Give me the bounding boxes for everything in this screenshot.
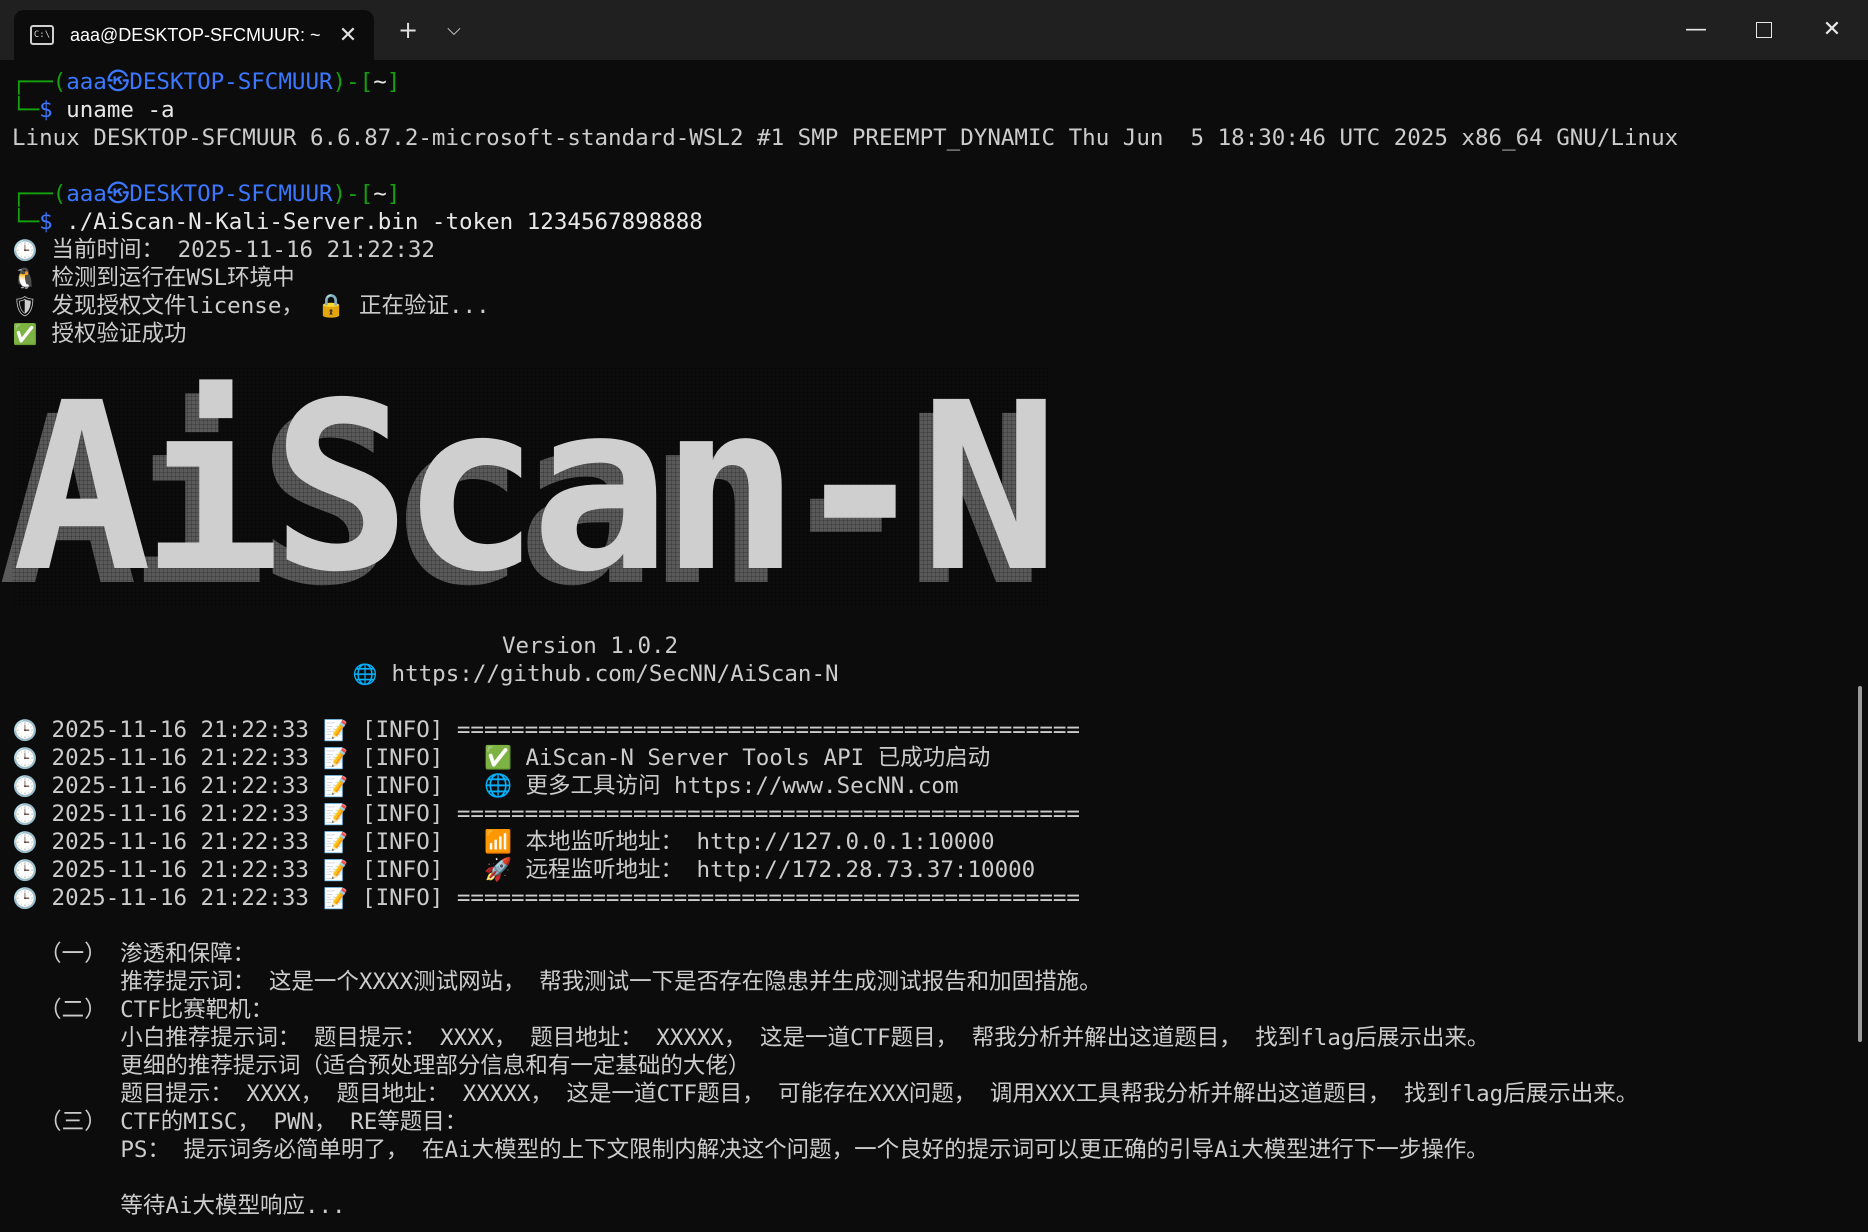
prompt-frame: )-[ [332, 181, 374, 207]
log-line: 🕒 2025-11-16 21:22:33 📝 [INFO] 📶 本地监听地址：… [12, 829, 995, 855]
clock-icon: 🕒 [12, 886, 38, 910]
log-line: 🕒 2025-11-16 21:22:33 📝 [INFO] ✅ AiScan-… [12, 745, 991, 771]
prompt-frame: ┌──( [12, 69, 67, 95]
guide-line: 推荐提示词： 这是一个XXXX测试网站， 帮我测试一下是否存在隐患并生成测试报告… [12, 969, 1102, 995]
maximize-icon [1756, 22, 1772, 38]
clock-icon: 🕒 [12, 858, 38, 882]
log-line: 🕒 2025-11-16 21:22:33 📝 [INFO] 🌐 更多工具访问 … [12, 773, 959, 799]
scrollbar[interactable] [1858, 686, 1862, 1042]
close-button[interactable]: ✕ [1798, 0, 1866, 60]
guide-line: PS： 提示词务必简单明了， 在Ai大模型的上下文限制内解决这个问题，一个良好的… [12, 1137, 1489, 1163]
version-text: Version 1.0.2 [502, 633, 679, 659]
title-bar: C:\ aaa@DESKTOP-SFCMUUR: ~ ✕ + ⌵ — ✕ [0, 0, 1868, 60]
banner-logo: AiScan-N [12, 353, 1059, 623]
clock-icon: 🕒 [12, 718, 38, 742]
repo-url[interactable]: https://github.com/SecNN/AiScan-N [378, 661, 839, 687]
minimize-button[interactable]: — [1662, 0, 1730, 60]
new-tab-button[interactable]: + [390, 14, 426, 46]
log-line: 🕒 2025-11-16 21:22:33 📝 [INFO] =========… [12, 717, 1080, 743]
log-line: 🕒 2025-11-16 21:22:33 📝 [INFO] =========… [12, 885, 1080, 911]
status-line: 🛡 发现授权文件license， 🔒 正在验证... [12, 293, 490, 319]
prompt-frame: ┌──( [12, 181, 67, 207]
output-line: Linux DESKTOP-SFCMUUR 6.6.87.2-microsoft… [12, 125, 1679, 151]
guide-line [12, 1164, 1852, 1192]
prompt-sep: ㉿ [106, 69, 130, 95]
prompt-frame: )-[ [332, 69, 374, 95]
status-line: 🐧 检测到运行在WSL环境中 [12, 265, 295, 291]
clock-icon: 🕒 [12, 746, 38, 770]
check-icon: ✅ [12, 322, 38, 346]
prompt-corner: └─ [12, 209, 40, 235]
guide-line: （三） CTF的MISC， PWN， RE等题目： [12, 1109, 468, 1135]
terminal-output-lower[interactable]: Version 1.0.2 🌐 https://github.com/SecNN… [12, 632, 1852, 1220]
url-line: 🌐 https://github.com/SecNN/AiScan-N [12, 660, 1852, 688]
guide-line: （二） CTF比赛靶机： [12, 997, 274, 1023]
prompt-sep: ㉿ [106, 181, 130, 207]
prompt-line: ┌──(aaa㉿DESKTOP-SFCMUUR)-[~] [12, 68, 1852, 96]
maximize-button[interactable] [1730, 0, 1798, 60]
clock-icon: 🕒 [12, 238, 38, 262]
guide-line: （一） 渗透和保障： [12, 941, 256, 967]
shield-icon: 🛡 [12, 294, 38, 318]
prompt-dollar: $ [39, 97, 53, 123]
command-line: └─$ ./AiScan-N-Kali-Server.bin -token 12… [12, 208, 1852, 236]
prompt-line: ┌──(aaa㉿DESKTOP-SFCMUUR)-[~] [12, 180, 1852, 208]
prompt-frame: ] [386, 181, 401, 207]
terminal-tab[interactable]: C:\ aaa@DESKTOP-SFCMUUR: ~ ✕ [14, 10, 374, 60]
log-line: 🕒 2025-11-16 21:22:33 📝 [INFO] 🚀 远程监听地址：… [12, 857, 1036, 883]
memo-icon: 📝 [323, 718, 348, 742]
prompt-host: DESKTOP-SFCMUUR [129, 69, 333, 95]
clock-icon: 🕒 [12, 774, 38, 798]
dropdown-icon[interactable]: ⌵ [436, 14, 472, 46]
prompt-dollar: $ [39, 209, 53, 235]
prompt-dir: ~ [373, 181, 387, 207]
globe-icon: 🌐 [352, 662, 378, 686]
prompt-frame: ] [386, 69, 401, 95]
aiscan-banner: AiScan-N AiScan-N [0, 368, 1252, 622]
terminal-icon: C:\ [30, 25, 54, 45]
memo-icon: 📝 [323, 858, 348, 882]
memo-icon: 📝 [323, 886, 348, 910]
tab-title: aaa@DESKTOP-SFCMUUR: ~ [70, 24, 321, 45]
memo-icon: 📝 [323, 830, 348, 854]
prompt-user: aaa [66, 181, 107, 207]
prompt-host: DESKTOP-SFCMUUR [129, 181, 333, 207]
status-line: ✅ 授权验证成功 [12, 321, 187, 347]
guide-line: 题目提示： XXXX， 题目地址： XXXXX， 这是一道CTF题目， 可能存在… [12, 1081, 1639, 1107]
command-text: ./AiScan-N-Kali-Server.bin -token 123456… [52, 209, 703, 235]
prompt-dir: ~ [373, 69, 387, 95]
guide-line: 等待Ai大模型响应... [12, 1193, 346, 1219]
status-line: 🕒 当前时间： 2025-11-16 21:22:32 [12, 237, 435, 263]
memo-icon: 📝 [323, 746, 348, 770]
prompt-user: aaa [66, 69, 107, 95]
log-line: 🕒 2025-11-16 21:22:33 📝 [INFO] =========… [12, 801, 1080, 827]
memo-icon: 📝 [323, 774, 348, 798]
guide-line: 小白推荐提示词： 题目提示： XXXX， 题目地址： XXXXX， 这是一道CT… [12, 1025, 1490, 1051]
memo-icon: 📝 [323, 802, 348, 826]
prompt-corner: └─ [12, 97, 40, 123]
clock-icon: 🕒 [12, 830, 38, 854]
clock-icon: 🕒 [12, 802, 38, 826]
command-line: └─$ uname -a [12, 96, 1852, 124]
terminal-output[interactable]: ┌──(aaa㉿DESKTOP-SFCMUUR)-[~] └─$ uname -… [12, 68, 1852, 348]
penguin-icon: 🐧 [12, 266, 38, 290]
command-text: uname -a [52, 97, 175, 123]
guide-line: 更细的推荐提示词（适合预处理部分信息和有一定基础的大佬） [12, 1053, 751, 1079]
close-tab-icon[interactable]: ✕ [330, 23, 366, 48]
